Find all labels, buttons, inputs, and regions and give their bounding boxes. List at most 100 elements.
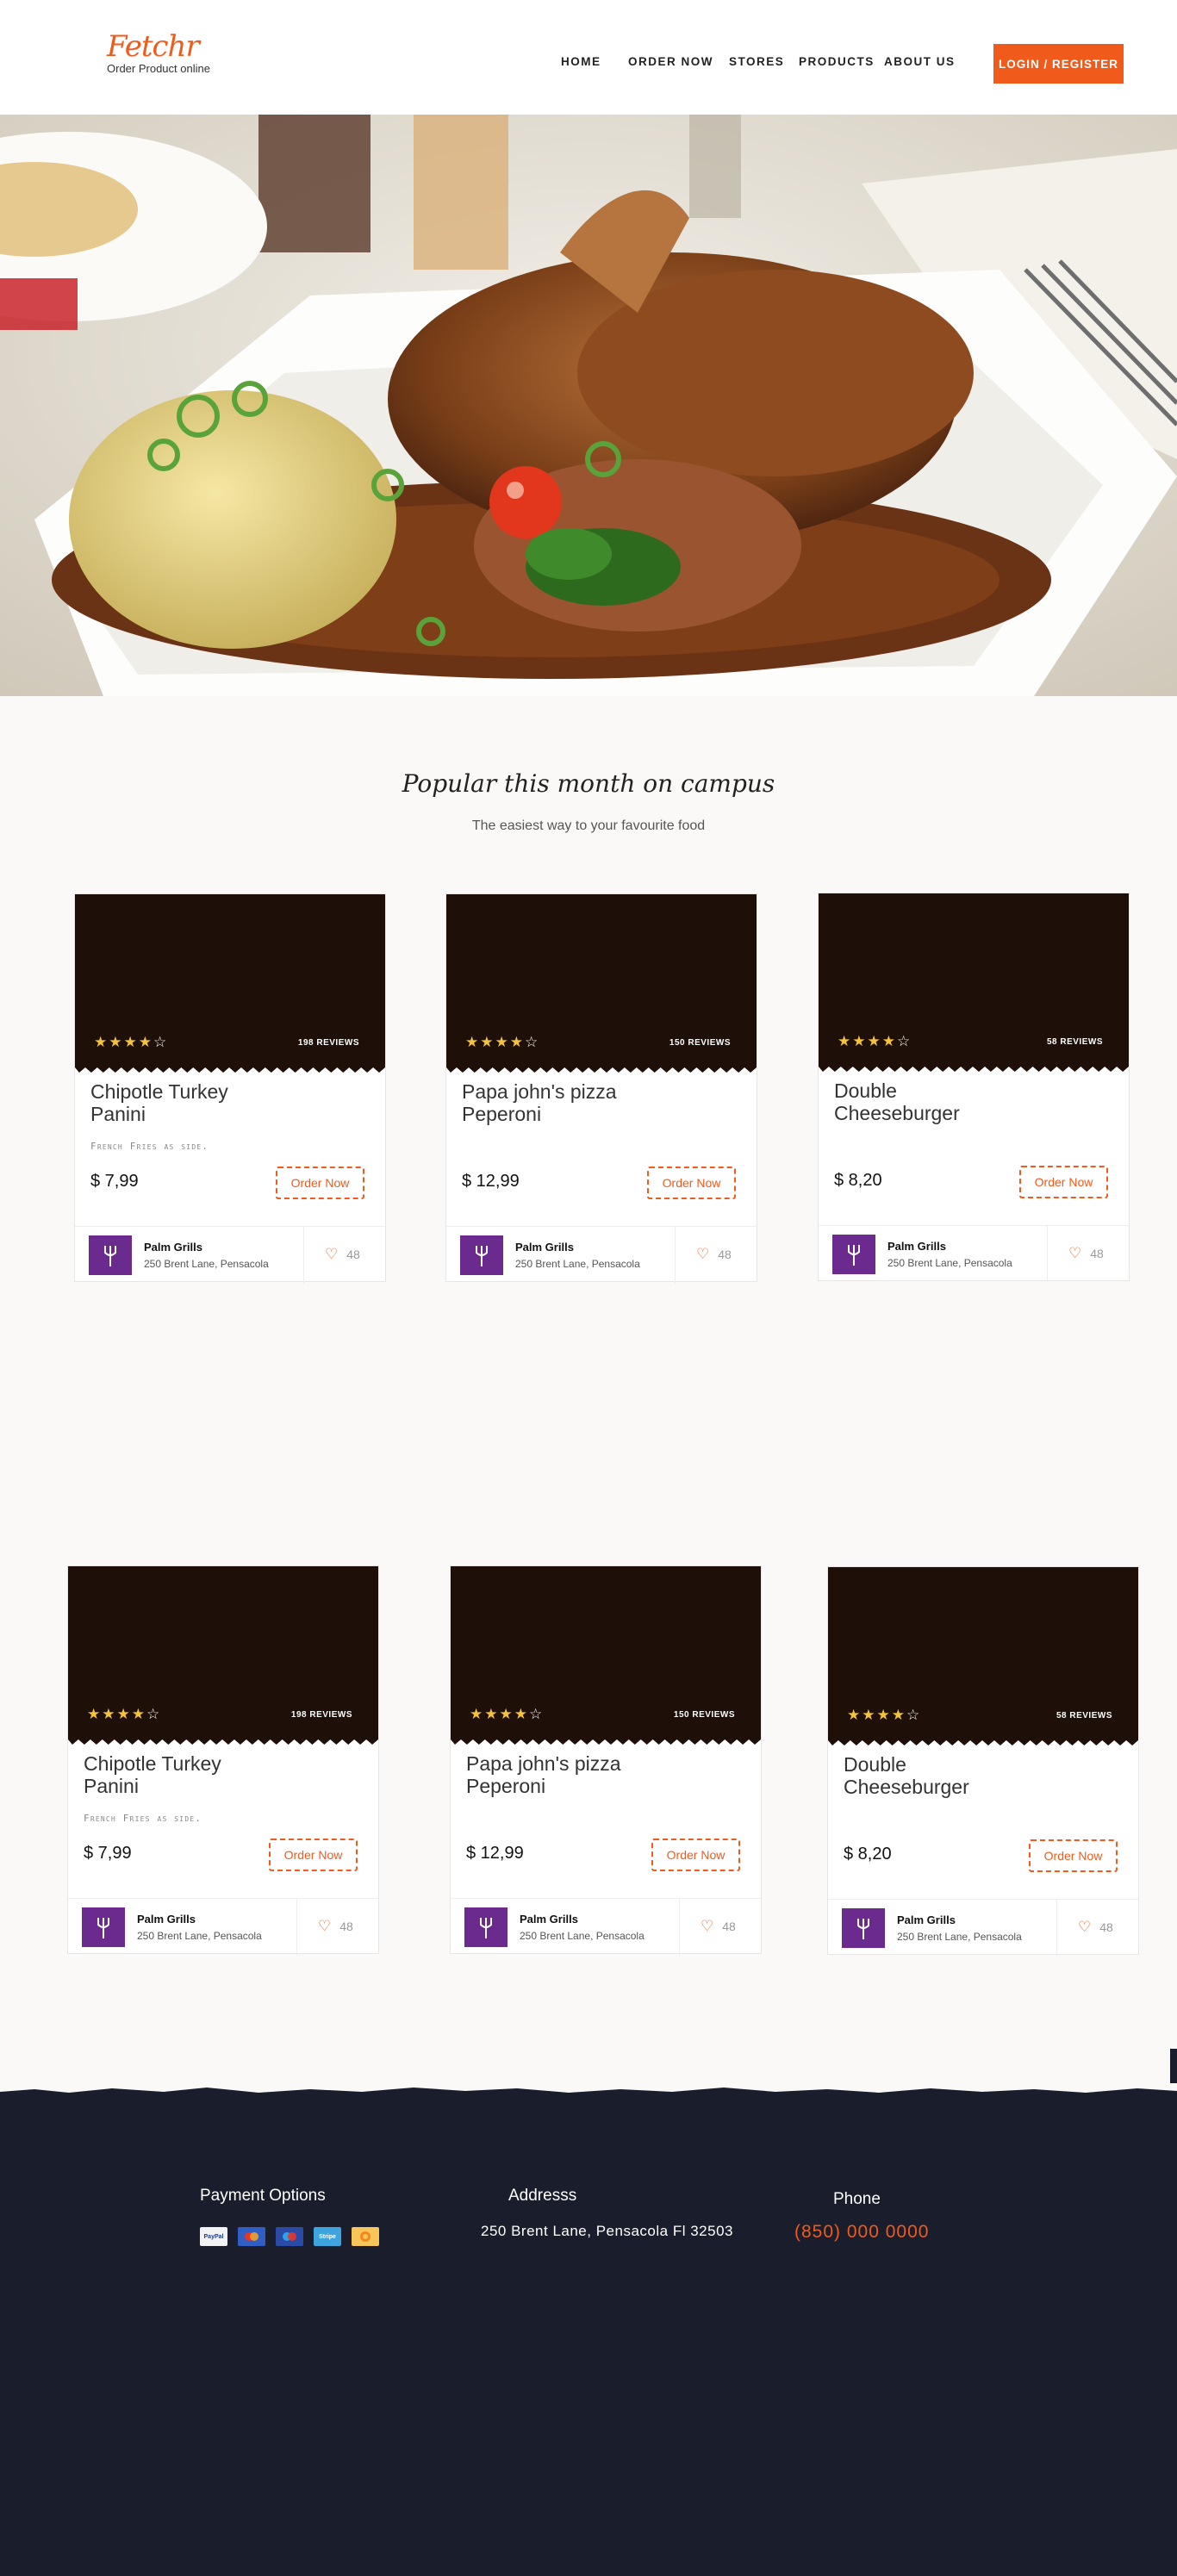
hero-food-illustration: [0, 115, 1177, 696]
heart-icon: ♡: [325, 1246, 339, 1262]
store-address: 250 Brent Lane, Pensacola: [144, 1258, 269, 1270]
heart-icon: ♡: [701, 1918, 714, 1934]
star-filled-icon: ★: [470, 1706, 483, 1722]
product-card-2[interactable]: ★ ★ ★ ★ ☆ 150 REVIEWS Papa john's pizza Pepe…: [445, 893, 757, 1284]
product-price: $ 12,99: [466, 1844, 524, 1863]
product-card-3[interactable]: ★ ★ ★ ★ ☆ 58 REVIEWS Double Cheeseburger $ 8…: [818, 893, 1130, 1283]
like-count: 48: [1090, 1247, 1104, 1260]
product-info: Double Cheeseburger $ 8,20 Order Now: [819, 1066, 1129, 1216]
brand-tagline: Order Product online: [107, 62, 210, 75]
stripe-icon: Stripe: [314, 2227, 341, 2246]
order-now-button[interactable]: Order Now: [276, 1167, 364, 1199]
star-filled-icon: ★: [131, 1706, 145, 1722]
product-image[interactable]: ★ ★ ★ ★ ☆ 58 REVIEWS: [828, 1567, 1138, 1745]
product-image[interactable]: ★ ★ ★ ★ ☆ 198 REVIEWS: [75, 894, 385, 1073]
nav-stores[interactable]: STORES: [729, 55, 784, 68]
product-note: French Fries as side.: [90, 1141, 209, 1152]
nav-order-now[interactable]: ORDER NOW: [628, 55, 713, 68]
product-title[interactable]: Papa john's pizza Peperoni: [462, 1080, 643, 1125]
nav-home[interactable]: HOME: [561, 55, 601, 68]
login-register-button[interactable]: LOGIN / REGISTER: [993, 44, 1124, 84]
order-now-button[interactable]: Order Now: [647, 1167, 736, 1199]
order-now-button[interactable]: Order Now: [651, 1839, 740, 1871]
store-info: Palm Grills 250 Brent Lane, Pensacola ♡ …: [819, 1225, 1129, 1283]
store-name[interactable]: Palm Grills: [144, 1241, 202, 1254]
review-count[interactable]: 198 REVIEWS: [298, 1038, 359, 1048]
product-image[interactable]: ★ ★ ★ ★ ☆ 58 REVIEWS: [819, 893, 1129, 1072]
store-name[interactable]: Palm Grills: [515, 1241, 574, 1254]
divider: [1047, 1226, 1048, 1283]
product-image[interactable]: ★ ★ ★ ★ ☆ 150 REVIEWS: [446, 894, 757, 1073]
order-now-button[interactable]: Order Now: [269, 1839, 358, 1871]
store-logo[interactable]: [89, 1235, 132, 1275]
order-now-button[interactable]: Order Now: [1029, 1839, 1118, 1872]
product-title[interactable]: Double Cheeseburger: [834, 1080, 1015, 1124]
product-info: Chipotle Turkey Panini French Fries as s…: [75, 1067, 385, 1217]
mastercard-circles: [245, 2232, 258, 2241]
review-count[interactable]: 150 REVIEWS: [674, 1710, 735, 1720]
star-filled-icon: ★: [876, 1707, 890, 1723]
product-image[interactable]: ★ ★ ★ ★ ☆ 150 REVIEWS: [451, 1566, 761, 1745]
product-card-4[interactable]: ★ ★ ★ ★ ☆ 198 REVIEWS Chipotle Turkey Panini…: [67, 1565, 379, 1956]
product-card-1[interactable]: ★ ★ ★ ★ ☆ 198 REVIEWS Chipotle Turkey Panini…: [74, 893, 386, 1284]
store-name[interactable]: Palm Grills: [887, 1240, 946, 1253]
product-title[interactable]: Chipotle Turkey Panini: [84, 1752, 265, 1797]
star-empty-icon: ☆: [153, 1034, 167, 1050]
rating-stars: ★ ★ ★ ★ ☆: [470, 1707, 542, 1721]
nav-about-us[interactable]: ABOUT US: [884, 55, 956, 68]
like-button[interactable]: ♡ 48: [1068, 1245, 1104, 1262]
like-button[interactable]: ♡ 48: [1078, 1919, 1113, 1936]
store-logo[interactable]: [82, 1907, 125, 1947]
like-button[interactable]: ♡ 48: [325, 1246, 360, 1263]
review-count[interactable]: 198 REVIEWS: [291, 1710, 352, 1720]
star-empty-icon: ☆: [525, 1034, 539, 1050]
review-count[interactable]: 58 REVIEWS: [1047, 1037, 1103, 1047]
product-title[interactable]: Chipotle Turkey Panini: [90, 1080, 271, 1125]
star-filled-icon: ★: [138, 1034, 152, 1050]
review-count[interactable]: 150 REVIEWS: [669, 1038, 731, 1048]
store-name[interactable]: Palm Grills: [897, 1913, 956, 1926]
divider: [675, 1227, 676, 1284]
maestro-icon: [276, 2227, 303, 2246]
like-count: 48: [339, 1920, 353, 1933]
hero-image: [0, 115, 1177, 696]
footer-phone[interactable]: (850) 000 0000: [794, 2222, 929, 2243]
store-name[interactable]: Palm Grills: [137, 1913, 196, 1926]
product-title[interactable]: Double Cheeseburger: [844, 1753, 1024, 1798]
review-count[interactable]: 58 REVIEWS: [1056, 1711, 1112, 1720]
product-info: Chipotle Turkey Panini French Fries as s…: [68, 1739, 378, 1889]
divider: [303, 1227, 304, 1284]
star-filled-icon: ★: [499, 1706, 513, 1722]
product-price: $ 8,20: [844, 1845, 892, 1864]
star-empty-icon: ☆: [897, 1033, 911, 1049]
heart-icon: ♡: [1078, 1919, 1092, 1935]
store-logo[interactable]: [464, 1907, 508, 1947]
store-info: Palm Grills 250 Brent Lane, Pensacola ♡ …: [68, 1898, 378, 1956]
store-logo[interactable]: [832, 1235, 875, 1274]
like-button[interactable]: ♡ 48: [318, 1918, 353, 1935]
fork-icon: [97, 1918, 109, 1938]
star-filled-icon: ★: [891, 1707, 905, 1723]
like-count: 48: [1099, 1920, 1113, 1934]
star-filled-icon: ★: [109, 1034, 122, 1050]
like-count: 48: [718, 1248, 732, 1261]
brand-logo[interactable]: Fetchr Order Product online: [107, 31, 210, 75]
address-heading: Addresss: [508, 2187, 577, 2205]
store-logo[interactable]: [842, 1908, 885, 1948]
store-name[interactable]: Palm Grills: [520, 1913, 578, 1926]
product-price: $ 12,99: [462, 1172, 520, 1191]
order-now-button[interactable]: Order Now: [1019, 1166, 1108, 1198]
nav-products[interactable]: PRODUCTS: [799, 55, 875, 68]
like-button[interactable]: ♡ 48: [696, 1246, 732, 1263]
like-button[interactable]: ♡ 48: [701, 1918, 736, 1935]
side-tab[interactable]: [1170, 2049, 1177, 2083]
product-card-5[interactable]: ★ ★ ★ ★ ☆ 150 REVIEWS Papa john's pizza Pepe…: [450, 1565, 762, 1956]
product-card-6[interactable]: ★ ★ ★ ★ ☆ 58 REVIEWS Double Cheeseburger $ 8…: [827, 1566, 1139, 1957]
product-image[interactable]: ★ ★ ★ ★ ☆ 198 REVIEWS: [68, 1566, 378, 1745]
heart-icon: ♡: [696, 1246, 710, 1262]
star-filled-icon: ★: [116, 1706, 130, 1722]
bitcoin-icon: [352, 2227, 379, 2246]
product-title[interactable]: Papa john's pizza Peperoni: [466, 1752, 647, 1797]
star-empty-icon: ☆: [906, 1707, 920, 1723]
store-logo[interactable]: [460, 1235, 503, 1275]
